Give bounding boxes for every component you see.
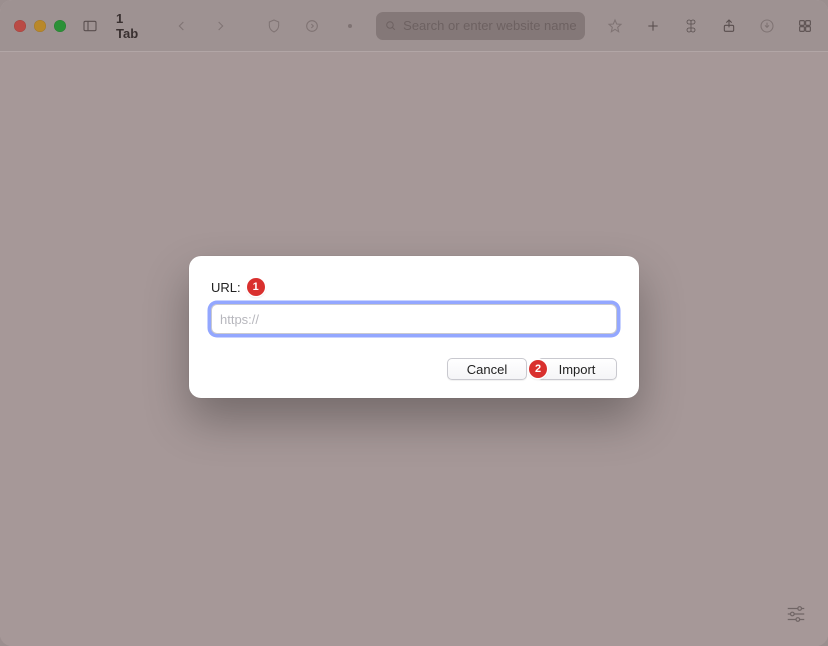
search-icon [384, 19, 397, 32]
download-icon [759, 18, 775, 34]
circle-chevron-icon [304, 18, 320, 34]
page-settings-button[interactable] [782, 600, 810, 628]
window-close-button[interactable] [14, 20, 26, 32]
website-settings-button[interactable] [336, 12, 364, 40]
toolbar: 1 Tab Search or enter website name [0, 0, 828, 52]
nav-back-button[interactable] [168, 12, 196, 40]
window-minimize-button[interactable] [34, 20, 46, 32]
star-icon [607, 18, 623, 34]
command-button[interactable] [677, 12, 705, 40]
grid-icon [797, 18, 813, 34]
reader-button[interactable] [298, 12, 326, 40]
window-controls [14, 20, 66, 32]
window-fullscreen-button[interactable] [54, 20, 66, 32]
dot-icon [342, 18, 358, 34]
tab-overview-button[interactable] [791, 12, 819, 40]
address-bar-placeholder: Search or enter website name [403, 18, 576, 33]
annotation-step-2: 2 [529, 360, 547, 378]
command-icon [683, 18, 699, 34]
shield-icon [266, 18, 282, 34]
url-field-label: URL: [211, 280, 241, 295]
share-icon [721, 18, 737, 34]
annotation-step-1: 1 [247, 278, 265, 296]
address-bar[interactable]: Search or enter website name [376, 12, 584, 40]
cancel-button[interactable]: Cancel [447, 358, 527, 380]
nav-forward-button[interactable] [206, 12, 234, 40]
privacy-report-button[interactable] [260, 12, 288, 40]
chevron-right-icon [212, 18, 228, 34]
import-button[interactable]: Import [537, 358, 617, 380]
url-import-dialog: URL: 1 Cancel 2 Import [189, 256, 639, 398]
tab-count-label: 1 Tab [114, 11, 142, 41]
new-tab-button[interactable] [639, 12, 667, 40]
chevron-left-icon [174, 18, 190, 34]
browser-window: 1 Tab Search or enter website name [0, 0, 828, 646]
downloads-button[interactable] [753, 12, 781, 40]
plus-icon [645, 18, 661, 34]
sidebar-toggle-button[interactable] [76, 12, 104, 40]
dialog-button-row: Cancel 2 Import [211, 358, 617, 380]
sliders-icon [785, 603, 807, 625]
bookmark-button[interactable] [601, 12, 629, 40]
sidebar-icon [82, 18, 98, 34]
share-button[interactable] [715, 12, 743, 40]
url-input[interactable] [211, 304, 617, 334]
toolbar-right [601, 12, 819, 40]
